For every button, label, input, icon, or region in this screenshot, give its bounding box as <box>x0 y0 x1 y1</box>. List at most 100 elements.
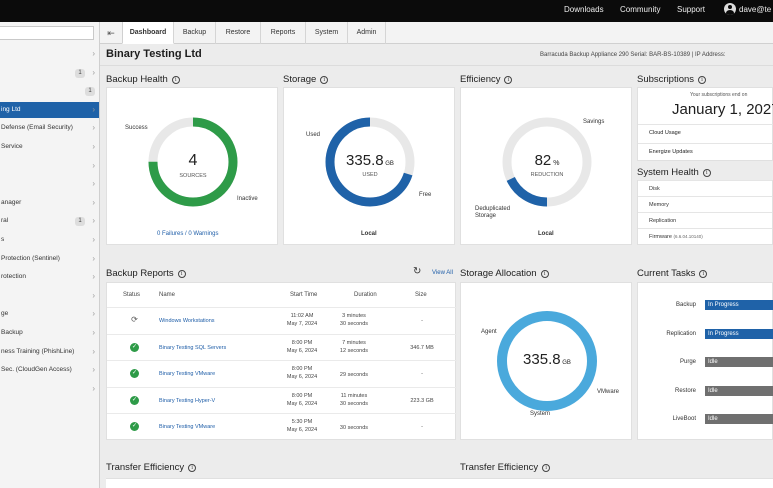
sidebar-item[interactable]: Sec. (CloudGen Access) › <box>0 362 99 378</box>
info-icon[interactable]: i <box>699 269 708 278</box>
job-name-link[interactable]: Binary Testing SQL Servers <box>159 345 226 351</box>
column-header: Status <box>123 292 141 298</box>
info-icon[interactable]: i <box>698 75 707 84</box>
chevron-right-icon: › <box>92 383 95 393</box>
job-name-link[interactable]: Binary Testing VMware <box>159 371 215 377</box>
job-name-link[interactable]: Binary Testing Hyper-V <box>159 398 215 404</box>
job-name-link[interactable]: Binary Testing VMware <box>159 424 215 430</box>
sidebar-item[interactable]: anager › <box>0 195 99 211</box>
sidebar-item-label: Backup <box>1 329 23 336</box>
sidebar-item-label: s <box>1 236 5 243</box>
chevron-right-icon: › <box>92 197 95 207</box>
chevron-right-icon: › <box>92 216 95 226</box>
sidebar-item[interactable]: 1 <box>0 83 99 99</box>
table-row[interactable]: ✓ Binary Testing VMware 8:00 PM May 6, 2024… <box>107 360 457 386</box>
success-label: Success <box>125 125 148 131</box>
page-header: Binary Testing Ltd Barracuda Backup Appl… <box>100 44 773 66</box>
system-health-item: Firmware <box>649 234 672 240</box>
sidebar-item[interactable]: ral 1 › <box>0 213 99 229</box>
info-icon[interactable]: i <box>171 75 180 84</box>
duration: 30 seconds <box>329 424 379 432</box>
system-health-title: System Health i <box>637 167 711 178</box>
efficiency-card: 82 % REDUCTION Savings Deduplicated Stor… <box>460 87 632 245</box>
sidebar-item[interactable]: Protection (Sentinel) › <box>0 251 99 267</box>
support-link[interactable]: Support <box>677 5 705 14</box>
backup-reports-title: Backup Reports i <box>106 268 186 279</box>
task-label: LiveBoot <box>672 416 696 422</box>
storage-label: Storage <box>283 74 317 85</box>
system-health-label: System Health <box>637 167 699 178</box>
duration-value-2: 30 seconds <box>339 321 369 327</box>
table-row[interactable]: ⟳ Windows Workstations 11:02 AM May 7, 2024… <box>107 307 457 333</box>
sidebar-item[interactable]: Defense (Email Security) › <box>0 120 99 136</box>
sidebar-item[interactable]: Backup › <box>0 325 99 341</box>
chevron-right-icon: › <box>92 160 95 170</box>
storage-card: 335.8 GB USED Used Free Local <box>283 87 455 245</box>
community-link[interactable]: Community <box>620 5 660 14</box>
table-row[interactable]: ✓ Binary Testing Hyper-V 8:00 PM May 6, 202… <box>107 386 457 413</box>
sidebar-item[interactable]: ness Training (PhishLine) › <box>0 344 99 360</box>
transfer-efficiency-label: Transfer Efficiency <box>460 462 539 473</box>
size-value: - <box>421 318 423 324</box>
duration: 11 minutes 30 seconds <box>329 392 379 408</box>
info-icon[interactable]: i <box>504 75 513 84</box>
tab-restore[interactable]: Restore <box>216 22 261 44</box>
tab-system[interactable]: System <box>306 22 348 44</box>
sidebar-item[interactable]: s › <box>0 232 99 248</box>
sidebar-item[interactable]: › <box>0 46 99 62</box>
sidebar-item-label: ge <box>1 310 9 318</box>
duration-value: 29 seconds <box>339 372 369 378</box>
savings-label: Savings <box>583 119 605 125</box>
system-health-card: Disk Memory Replication Firmware (6.6.04… <box>637 180 773 245</box>
size-value: - <box>421 424 423 430</box>
refresh-icon[interactable]: ↻ <box>413 266 421 277</box>
info-icon[interactable]: i <box>320 75 329 84</box>
info-icon[interactable]: i <box>177 269 186 278</box>
sidebar-item-label: Service <box>1 143 23 150</box>
start-date-value: May 7, 2024 <box>286 321 318 327</box>
user-menu[interactable]: dave@te <box>724 3 771 15</box>
system-health-item: Disk <box>649 186 660 192</box>
info-icon[interactable]: i <box>702 168 711 177</box>
efficiency-value: 82 <box>534 152 552 169</box>
duration-value: 7 minutes <box>342 339 366 346</box>
tab-admin[interactable]: Admin <box>348 22 386 44</box>
view-all-link[interactable]: View All <box>432 270 453 276</box>
failures-link[interactable]: 0 Failures / 0 Warnings <box>157 231 218 237</box>
sidebar-item[interactable]: › <box>0 288 99 304</box>
chevron-right-icon: › <box>92 123 95 133</box>
sidebar-item-label: ing Ltd <box>1 105 21 113</box>
tab-backup[interactable]: Backup <box>174 22 216 44</box>
transfer-efficiency-title-right: Transfer Efficiency i <box>460 462 551 473</box>
info-icon[interactable]: i <box>540 269 549 278</box>
column-header: Name <box>159 292 176 298</box>
tab-dashboard[interactable]: Dashboard <box>122 22 174 44</box>
start-time-value: 8:00 PM <box>291 366 313 372</box>
chevron-right-icon: › <box>92 142 95 151</box>
efficiency-center: 82 % REDUCTION <box>517 152 577 178</box>
job-name-link[interactable]: Windows Workstations <box>159 318 215 324</box>
start-time: 5:30 PM May 6, 2024 <box>277 418 327 434</box>
info-icon[interactable]: i <box>188 463 197 472</box>
sidebar-item[interactable]: › <box>0 158 99 174</box>
downloads-link[interactable]: Downloads <box>564 5 604 14</box>
sidebar-item[interactable]: 1 › <box>0 65 99 81</box>
table-row[interactable]: ✓ Binary Testing VMware 5:30 PM May 6, 2024… <box>107 413 457 439</box>
tab-reports[interactable]: Reports <box>261 22 306 44</box>
sidebar-search-input[interactable] <box>0 26 94 40</box>
sidebar-item[interactable]: rotection › <box>0 269 99 285</box>
info-icon[interactable]: i <box>542 463 551 472</box>
appliance-info: Barracuda Backup Appliance 290 Serial: B… <box>540 52 726 58</box>
system-health-item: Memory <box>649 202 669 208</box>
task-status-bar: Idle <box>705 385 773 396</box>
sidebar-item[interactable]: › <box>0 381 99 397</box>
sidebar-item[interactable]: ge › <box>0 306 99 322</box>
sidebar-item[interactable]: Service › <box>0 139 99 155</box>
sidebar-item[interactable]: › <box>0 176 99 192</box>
system-health-item: Replication <box>649 218 677 224</box>
transfer-efficiency-label: Transfer Efficiency <box>106 462 185 473</box>
sidebar-item[interactable]: ing Ltd › <box>0 101 99 118</box>
collapse-sidebar-icon[interactable]: ⇤ <box>103 26 119 40</box>
table-row[interactable]: ✓ Binary Testing SQL Servers 8:00 PM May 6,… <box>107 333 457 360</box>
allocation-unit: GB <box>562 360 571 366</box>
